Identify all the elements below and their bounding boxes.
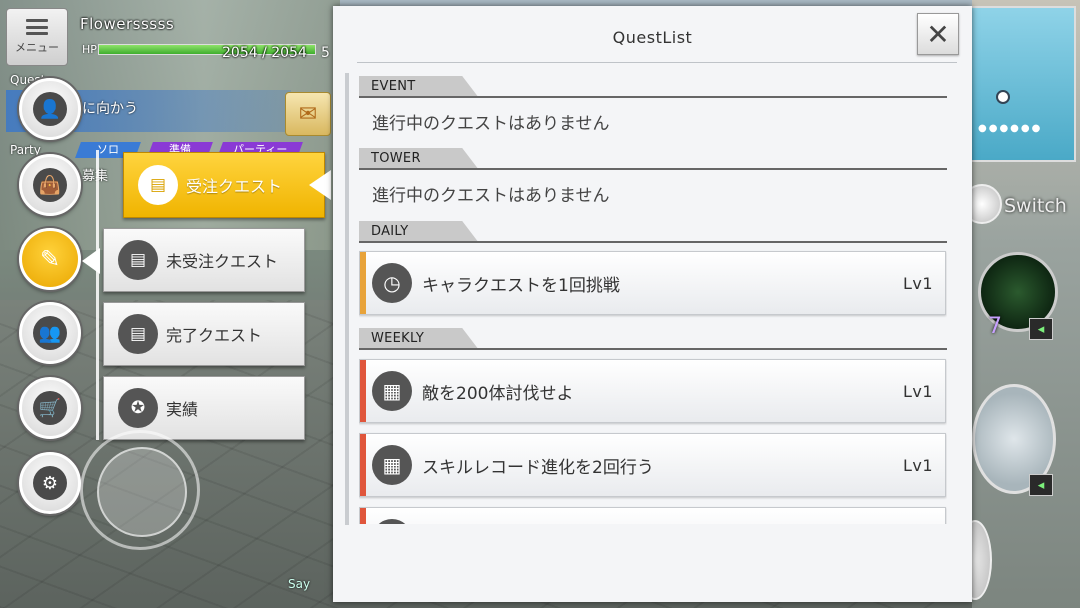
side-menu-profile-button[interactable]: 👤: [19, 78, 81, 140]
quest-item-stripe: [360, 434, 366, 496]
quest-item-stripe: [360, 508, 366, 524]
quest-section-event: EVENT 進行中のクエストはありません: [359, 76, 947, 134]
section-header-rule: [359, 168, 947, 170]
section-header-tab: WEEKLY: [359, 328, 479, 350]
mail-icon: ✉: [298, 101, 318, 127]
section-header-tab: DAILY: [359, 221, 479, 243]
quest-item-level: Lv1: [902, 455, 933, 475]
friends-icon: 👥: [33, 316, 67, 350]
section-header-rule: [359, 348, 947, 350]
mail-button[interactable]: ✉: [285, 92, 331, 136]
close-button[interactable]: ✕: [917, 13, 959, 55]
quest-section-tower: TOWER 進行中のクエストはありません: [359, 148, 947, 206]
section-header-tab: EVENT: [359, 76, 479, 98]
section-header-label: TOWER: [371, 151, 421, 166]
player-marker-icon: [996, 90, 1010, 104]
player-name: Flowersssss: [80, 15, 175, 33]
quest-item[interactable]: ▦ スキルレコード進化を2回行う Lv1: [359, 433, 946, 497]
quest-item-name: キャラクエストを1回挑戦: [422, 275, 620, 296]
quest-item[interactable]: ▦: [359, 507, 946, 524]
current-quest-text: に向かう: [82, 101, 138, 117]
quest-item-name: スキルレコード進化を2回行う: [422, 457, 654, 478]
close-icon: ✕: [926, 17, 950, 51]
hp-label: HP: [82, 43, 97, 56]
person-icon: 👤: [33, 92, 67, 126]
document-info-icon: ▤: [118, 240, 158, 280]
quest-item[interactable]: ▦ 敵を200体討伐せよ Lv1: [359, 359, 946, 423]
section-header-rule: [359, 241, 947, 243]
panel-title-divider: [357, 62, 957, 63]
submenu-item[interactable]: ▤ 完了クエスト: [103, 302, 305, 366]
calendar-icon: ▦: [372, 371, 412, 411]
document-check-icon: ▤: [118, 314, 158, 354]
side-menu-line: [96, 150, 99, 440]
side-menu-settings-button[interactable]: ⚙: [19, 452, 81, 514]
section-header-label: DAILY: [371, 224, 409, 239]
submenu-item-label: 完了クエスト: [166, 326, 263, 345]
minimap[interactable]: ●●●●●●: [970, 6, 1076, 162]
quest-list[interactable]: EVENT 進行中のクエストはありません TOWER 進行中のクエストはありません DA…: [359, 76, 947, 524]
gear-icon: ⚙: [33, 466, 67, 500]
sp-value-partial: 5: [321, 45, 330, 61]
calendar-icon: ▦: [372, 519, 412, 524]
cart-icon: 🛒: [33, 391, 67, 425]
section-header-label: EVENT: [371, 79, 416, 94]
clock-icon: ◷: [372, 263, 412, 303]
hp-value: 2054 / 2054: [222, 45, 307, 61]
panel-title: QuestList: [612, 28, 693, 47]
bag-icon: 👜: [33, 168, 67, 202]
active-menu-pointer: [82, 248, 100, 274]
section-header: TOWER: [359, 148, 947, 170]
side-menu-friends-button[interactable]: 👥: [19, 302, 81, 364]
section-header-rule: [359, 96, 947, 98]
side-menu-quest-button[interactable]: ✎: [19, 228, 81, 290]
section-empty-text: 進行中のクエストはありません: [372, 186, 610, 206]
party-tab-solo-label: ソロ: [97, 143, 119, 156]
section-header: EVENT: [359, 76, 947, 98]
section-header: WEEKLY: [359, 328, 947, 350]
minimap-pips: ●●●●●●: [978, 123, 1043, 134]
section-empty-text: 進行中のクエストはありません: [372, 114, 610, 134]
menu-button-label: メニュー: [15, 41, 59, 54]
submenu-item[interactable]: ▤ 受注クエスト: [123, 152, 325, 218]
quest-item[interactable]: ◷ キャラクエストを1回挑戦 Lv1: [359, 251, 946, 315]
quest-item-stripe: [360, 360, 366, 422]
skill-1-number: 7: [988, 314, 1002, 339]
skill-2-swap-icon[interactable]: ◂: [1029, 474, 1053, 496]
submenu-item-label: 実績: [166, 400, 199, 419]
hamburger-icon: [26, 19, 48, 35]
quest-section-daily: DAILY: [359, 221, 947, 243]
quest-item-stripe: [360, 252, 366, 314]
submenu-item-label: 受注クエスト: [186, 177, 283, 196]
menu-button[interactable]: メニュー: [6, 8, 68, 66]
quest-item-name: 敵を200体討伐せよ: [422, 383, 574, 404]
submenu-item-label: 未受注クエスト: [166, 252, 279, 271]
quest-list-panel: QuestList ✕ EVENT 進行中のクエストはありません TOWER 進行中の…: [333, 6, 972, 602]
side-menu-shop-button[interactable]: 🛒: [19, 377, 81, 439]
document-icon: ▤: [138, 165, 178, 205]
party-recruit-text: 募集: [82, 169, 109, 184]
say-label[interactable]: Say: [288, 577, 310, 591]
skill-1-swap-icon[interactable]: ◂: [1029, 318, 1053, 340]
selected-submenu-arrow: [309, 170, 331, 200]
section-header: DAILY: [359, 221, 947, 243]
side-menu-inventory-button[interactable]: 👜: [19, 154, 81, 216]
virtual-joystick[interactable]: [80, 430, 200, 550]
quest-item-level: Lv1: [902, 273, 933, 293]
switch-label: Switch: [1004, 195, 1067, 217]
submenu-item[interactable]: ▤ 未受注クエスト: [103, 228, 305, 292]
section-header-tab: TOWER: [359, 148, 479, 170]
quest-scroll-icon: ✎: [39, 245, 61, 273]
section-header-label: WEEKLY: [371, 331, 425, 346]
scrollbar[interactable]: [345, 73, 349, 525]
quest-section-weekly: WEEKLY: [359, 328, 947, 350]
switch-button[interactable]: Switch: [962, 178, 1080, 236]
medal-icon: ✪: [118, 388, 158, 428]
calendar-icon: ▦: [372, 445, 412, 485]
party-label: Party: [10, 143, 41, 157]
quest-item-level: Lv1: [902, 381, 933, 401]
